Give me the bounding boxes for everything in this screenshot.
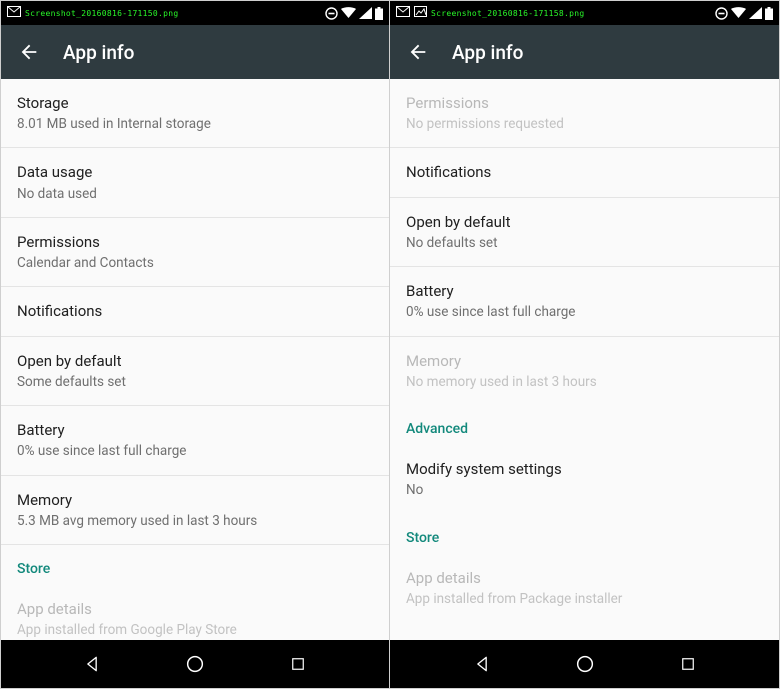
row-data-usage[interactable]: Data usage No data used: [1, 148, 389, 217]
nav-home[interactable]: [167, 640, 223, 688]
status-bar: Screenshot_20160816-171150.png: [1, 1, 389, 25]
section-store: Store: [390, 514, 779, 554]
row-battery[interactable]: Battery 0% use since last full charge: [1, 406, 389, 475]
row-title: Permissions: [406, 93, 763, 113]
row-title: Battery: [17, 420, 373, 440]
row-permissions[interactable]: Permissions Calendar and Contacts: [1, 218, 389, 287]
status-right: [325, 7, 383, 20]
row-subtitle: No defaults set: [406, 234, 763, 252]
phone-left: Screenshot_20160816-171150.png App info …: [0, 0, 390, 689]
status-filename: Screenshot_20160816-171150.png: [25, 9, 179, 18]
row-subtitle: Some defaults set: [17, 373, 373, 391]
row-title: Data usage: [17, 162, 373, 182]
status-left: Screenshot_20160816-171158.png: [396, 6, 585, 20]
toolbar: App info: [1, 25, 389, 79]
nav-back[interactable]: [64, 640, 120, 688]
row-subtitle: No permissions requested: [406, 115, 763, 133]
row-notifications[interactable]: Notifications: [390, 148, 779, 197]
row-modify-system[interactable]: Modify system settings No: [390, 445, 779, 513]
gmail-icon: [396, 6, 410, 20]
row-title: Notifications: [406, 162, 763, 182]
row-open-by-default[interactable]: Open by default Some defaults set: [1, 337, 389, 406]
nav-bar: [390, 640, 779, 688]
row-subtitle: App installed from Package installer: [406, 590, 763, 608]
row-title: Storage: [17, 93, 373, 113]
nav-recent[interactable]: [660, 640, 716, 688]
row-permissions: Permissions No permissions requested: [390, 79, 779, 148]
row-memory: Memory No memory used in last 3 hours: [390, 337, 779, 405]
wifi-icon: [341, 7, 356, 19]
signal-icon: [749, 7, 762, 19]
section-advanced: Advanced: [390, 405, 779, 445]
row-battery[interactable]: Battery 0% use since last full charge: [390, 267, 779, 336]
row-title: App details: [17, 599, 373, 619]
row-subtitle: 0% use since last full charge: [406, 303, 763, 321]
row-title: Permissions: [17, 232, 373, 252]
settings-list[interactable]: Storage 8.01 MB used in Internal storage…: [1, 79, 389, 640]
row-storage[interactable]: Storage 8.01 MB used in Internal storage: [1, 79, 389, 148]
phone-right: Screenshot_20160816-171158.png App info …: [390, 0, 780, 689]
status-filename: Screenshot_20160816-171158.png: [431, 9, 585, 18]
row-notifications[interactable]: Notifications: [1, 287, 389, 336]
dnd-icon: [715, 7, 728, 20]
row-subtitle: No: [406, 481, 763, 499]
nav-bar: [1, 640, 389, 688]
page-title: App info: [63, 41, 134, 64]
toolbar: App info: [390, 25, 779, 79]
row-subtitle: App installed from Google Play Store: [17, 621, 373, 639]
settings-list[interactable]: Permissions No permissions requested Not…: [390, 79, 779, 640]
row-title: Open by default: [406, 212, 763, 232]
status-bar: Screenshot_20160816-171158.png: [390, 1, 779, 25]
image-icon: [414, 6, 427, 20]
section-store: Store: [1, 545, 389, 585]
nav-back[interactable]: [454, 640, 510, 688]
battery-icon: [375, 7, 383, 20]
row-app-details[interactable]: App details App installed from Google Pl…: [1, 585, 389, 640]
row-subtitle: 5.3 MB avg memory used in last 3 hours: [17, 512, 373, 530]
row-title: Modify system settings: [406, 459, 763, 479]
row-subtitle: 0% use since last full charge: [17, 442, 373, 460]
battery-icon: [765, 7, 773, 20]
row-subtitle: No memory used in last 3 hours: [406, 373, 763, 391]
row-title: App details: [406, 568, 763, 588]
row-app-details[interactable]: App details App installed from Package i…: [390, 554, 779, 622]
row-open-by-default[interactable]: Open by default No defaults set: [390, 198, 779, 267]
gmail-icon: [7, 6, 21, 20]
row-title: Memory: [17, 490, 373, 510]
row-subtitle: No data used: [17, 185, 373, 203]
nav-recent[interactable]: [270, 640, 326, 688]
row-title: Notifications: [17, 301, 373, 321]
status-right: [715, 7, 773, 20]
row-title: Open by default: [17, 351, 373, 371]
row-memory[interactable]: Memory 5.3 MB avg memory used in last 3 …: [1, 476, 389, 545]
page-title: App info: [452, 41, 523, 64]
row-title: Battery: [406, 281, 763, 301]
status-left: Screenshot_20160816-171150.png: [7, 6, 179, 20]
back-button[interactable]: [11, 34, 47, 70]
row-title: Memory: [406, 351, 763, 371]
row-subtitle: 8.01 MB used in Internal storage: [17, 115, 373, 133]
nav-home[interactable]: [557, 640, 613, 688]
wifi-icon: [731, 7, 746, 19]
back-button[interactable]: [400, 34, 436, 70]
signal-icon: [359, 7, 372, 19]
dnd-icon: [325, 7, 338, 20]
row-subtitle: Calendar and Contacts: [17, 254, 373, 272]
